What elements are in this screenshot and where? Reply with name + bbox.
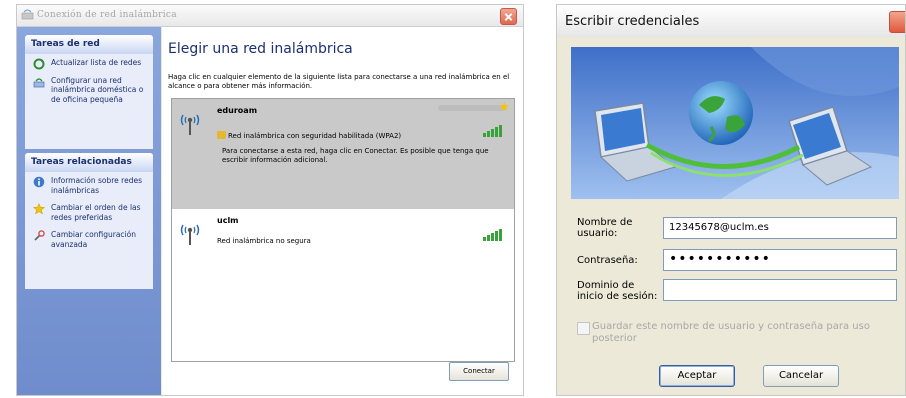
antenna-icon	[180, 114, 200, 135]
credentials-dialog: Escribir credenciales Nombre de usuario:…	[556, 4, 906, 396]
network-tasks-title: Tareas de red	[25, 35, 153, 54]
dialog-title: Escribir credenciales	[565, 14, 700, 29]
task-label: Cambiar configuración avanzada	[51, 230, 136, 249]
signal-strength-icon	[483, 229, 502, 241]
username-label: Nombre de usuario:	[577, 217, 633, 239]
related-tasks-panel: Tareas relacionadas Información sobre re…	[25, 153, 153, 289]
wireless-connection-window: Conexión de red inalámbrica Tareas de re…	[16, 4, 524, 396]
related-change-order[interactable]: Cambiar el orden de las redes preferidas	[25, 199, 153, 226]
network-item-eduroam[interactable]: eduroam ★ Red inalámbrica con seguridad …	[172, 99, 514, 210]
domain-field[interactable]	[663, 279, 897, 301]
dialog-title-bar: Escribir credenciales	[557, 5, 905, 37]
window-title: Conexión de red inalámbrica	[37, 10, 177, 20]
lock-icon	[217, 131, 226, 139]
task-label: Configurar una red inalámbrica doméstica…	[51, 75, 144, 104]
network-security: Red inalámbrica no segura	[217, 237, 311, 245]
related-info-wireless[interactable]: Información sobre redes inalámbricas	[25, 172, 153, 199]
save-credentials-checkbox[interactable]	[577, 322, 590, 335]
page-heading: Elegir una red inalámbrica	[168, 41, 353, 57]
ok-button[interactable]: Aceptar	[659, 365, 735, 387]
settings-icon	[34, 230, 45, 241]
username-field[interactable]: 12345678@uclm.es	[663, 217, 897, 239]
preferred-network-bar	[438, 105, 506, 111]
task-label: Información sobre redes inalámbricas	[51, 176, 142, 195]
task-sidebar: Tareas de red Actualizar lista de redes …	[17, 27, 161, 395]
connect-button[interactable]: Conectar	[449, 362, 509, 381]
title-bar: Conexión de red inalámbrica	[17, 5, 523, 27]
network-ssid: uclm	[217, 216, 239, 225]
info-icon	[33, 176, 45, 188]
save-credentials-row: Guardar este nombre de usuario y contras…	[577, 321, 897, 343]
network-item-uclm[interactable]: uclm Red inalámbrica no segura	[172, 209, 514, 263]
page-description: Haga clic en cualquier elemento de la si…	[168, 73, 510, 90]
antenna-icon	[180, 224, 200, 245]
related-tasks-title: Tareas relacionadas	[25, 153, 153, 172]
related-advanced-settings[interactable]: Cambiar configuración avanzada	[25, 226, 153, 253]
password-label: Contraseña:	[577, 255, 638, 266]
network-ssid: eduroam	[217, 106, 258, 115]
setup-network-icon	[33, 77, 45, 87]
task-refresh-networks[interactable]: Actualizar lista de redes	[25, 54, 153, 72]
network-tasks-panel: Tareas de red Actualizar lista de redes …	[25, 35, 153, 149]
domain-label: Dominio de inicio de sesión:	[577, 280, 658, 302]
password-field[interactable]: •••••••••••	[663, 249, 897, 271]
wireless-network-icon	[21, 9, 34, 20]
network-detail: Para conectarse a esta red, haga clic en…	[222, 147, 489, 164]
star-icon	[33, 203, 45, 215]
network-content: Elegir una red inalámbrica Haga clic en …	[162, 27, 523, 395]
task-setup-network[interactable]: Configurar una red inalámbrica doméstica…	[25, 72, 153, 109]
cancel-button[interactable]: Cancelar	[763, 365, 839, 387]
task-label: Cambiar el orden de las redes preferidas	[51, 203, 141, 222]
signal-strength-icon	[483, 125, 502, 137]
close-button[interactable]	[500, 8, 517, 25]
globe-icon	[689, 81, 753, 145]
network-illustration	[571, 47, 899, 199]
network-security: Red inalámbrica con seguridad habilitada…	[217, 131, 401, 140]
refresh-icon	[33, 58, 45, 70]
preferred-star-icon: ★	[498, 100, 510, 115]
close-button[interactable]	[889, 11, 905, 33]
save-credentials-label: Guardar este nombre de usuario y contras…	[592, 321, 870, 343]
task-label: Actualizar lista de redes	[51, 58, 142, 67]
network-list: eduroam ★ Red inalámbrica con seguridad …	[171, 98, 515, 362]
